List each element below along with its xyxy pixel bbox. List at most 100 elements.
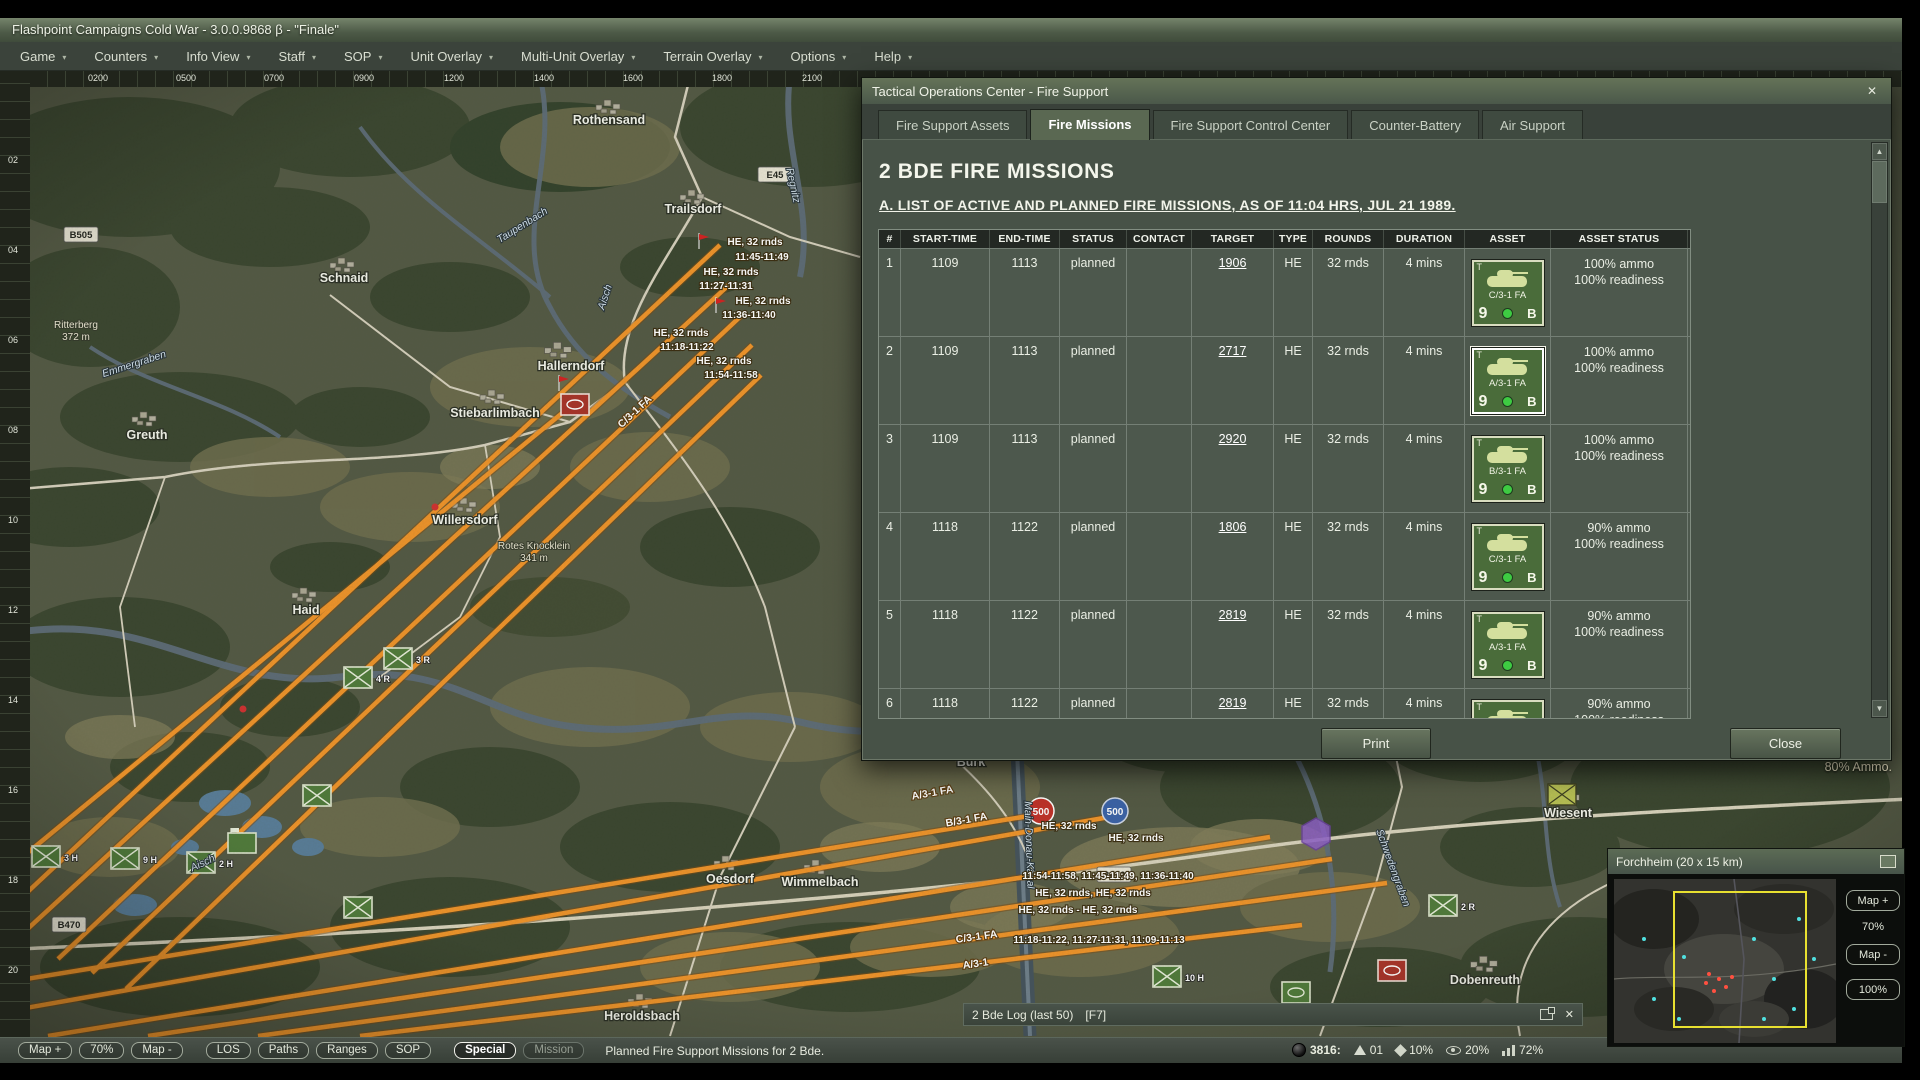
menu-options[interactable]: Options▾ xyxy=(776,42,860,70)
asset-cell[interactable]: T A/3-1 FA 9B xyxy=(1465,337,1551,424)
los-toggle[interactable]: LOS xyxy=(206,1042,251,1059)
ruler-label: 04 xyxy=(0,245,26,255)
menu-counters[interactable]: Counters▾ xyxy=(80,42,172,70)
print-button[interactable]: Print xyxy=(1321,728,1431,759)
readiness-dot xyxy=(1502,572,1513,583)
asset-cell[interactable]: T A/3-1 FA 9B xyxy=(1465,601,1551,688)
menu-info-view[interactable]: Info View▾ xyxy=(172,42,264,70)
status-text: Planned Fire Support Missions for 2 Bde. xyxy=(605,1044,824,1058)
tab-counter-battery[interactable]: Counter-Battery xyxy=(1351,110,1479,139)
asset-status: 90% ammo100% readiness xyxy=(1551,601,1688,688)
asset-counter: T C/3-1 FA 9B xyxy=(1472,524,1544,590)
readiness-dot xyxy=(1502,660,1513,671)
asset-cell[interactable]: T B/3-1 FA 9B xyxy=(1465,425,1551,512)
minimap-zoom-out-button[interactable]: Map - xyxy=(1846,944,1900,965)
scroll-down-icon[interactable]: ▼ xyxy=(1872,700,1887,717)
special-toggle[interactable]: Special xyxy=(454,1042,516,1059)
ruler-label: 1400 xyxy=(534,73,554,83)
precip-icon xyxy=(1394,1044,1407,1057)
menu-unit-overlay[interactable]: Unit Overlay▾ xyxy=(396,42,507,70)
window-title: Flashpoint Campaigns Cold War - 3.0.0.98… xyxy=(12,22,339,37)
map-zoom-out-button[interactable]: Map - xyxy=(131,1042,182,1059)
chevron-down-icon: ▾ xyxy=(62,53,66,62)
minimap-titlebar: Forchheim (20 x 15 km) xyxy=(1608,849,1904,874)
target-link[interactable]: 2819 xyxy=(1219,608,1247,622)
chevron-down-icon: ▾ xyxy=(908,53,912,62)
ruler-label: 1800 xyxy=(712,73,732,83)
minimap-body[interactable]: Map + 70% Map - 100% xyxy=(1608,874,1904,1046)
asset-status: 90% ammo100% readiness xyxy=(1551,689,1688,719)
menu-bar: Game▾ Counters▾ Info View▾ Staff▾ SOP▾ U… xyxy=(0,42,1902,71)
minimap-zoom-full-button[interactable]: 100% xyxy=(1846,979,1900,1000)
asset-status: 100% ammo100% readiness xyxy=(1551,425,1688,512)
map-zoom-in-button[interactable]: Map + xyxy=(18,1042,72,1059)
tab-fire-support-control-center[interactable]: Fire Support Control Center xyxy=(1153,110,1349,139)
visibility-icon xyxy=(1446,1046,1461,1055)
asset-status: 100% ammo100% readiness xyxy=(1551,249,1688,336)
tab-fire-missions[interactable]: Fire Missions xyxy=(1030,109,1149,140)
close-icon[interactable]: ✕ xyxy=(1565,1008,1574,1021)
toc-dialog-title: Tactical Operations Center - Fire Suppor… xyxy=(872,84,1108,99)
minimap-flag-icon[interactable] xyxy=(1880,855,1896,868)
dialog-scrollbar[interactable]: ▲ ▼ xyxy=(1871,142,1888,718)
minimap-title: Forchheim (20 x 15 km) xyxy=(1616,855,1743,869)
asset-cell[interactable]: T C/3-1 FA 9B xyxy=(1465,513,1551,600)
table-row[interactable]: 3 1109 1113 planned 2920 HE 32 rnds 4 mi… xyxy=(879,424,1690,512)
window-titlebar: Flashpoint Campaigns Cold War - 3.0.0.98… xyxy=(0,18,1902,42)
asset-cell[interactable]: T C/3-1 FA 9B xyxy=(1465,249,1551,336)
toc-body: 2 BDE FIRE MISSIONS A. LIST OF ACTIVE AN… xyxy=(862,140,1891,760)
chevron-down-icon: ▾ xyxy=(631,53,635,62)
asset-status: 90% ammo100% readiness xyxy=(1551,513,1688,600)
table-row[interactable]: 5 1118 1122 planned 2819 HE 32 rnds 4 mi… xyxy=(879,600,1690,688)
game-window: Flashpoint Campaigns Cold War - 3.0.0.98… xyxy=(0,0,1920,1080)
tab-air-support[interactable]: Air Support xyxy=(1482,110,1583,139)
target-link[interactable]: 1806 xyxy=(1219,520,1247,534)
chevron-down-icon: ▾ xyxy=(246,53,250,62)
menu-terrain-overlay[interactable]: Terrain Overlay▾ xyxy=(649,42,776,70)
chevron-down-icon: ▾ xyxy=(378,53,382,62)
table-row[interactable]: 4 1118 1122 planned 1806 HE 32 rnds 4 mi… xyxy=(879,512,1690,600)
table-row[interactable]: 2 1109 1113 planned 2717 HE 32 rnds 4 mi… xyxy=(879,336,1690,424)
map-ruler-left: 02 04 06 08 10 12 14 16 18 20 xyxy=(0,71,30,1037)
terrain-icon xyxy=(1354,1045,1366,1055)
popout-icon[interactable] xyxy=(1540,1009,1553,1020)
bde-log-bar[interactable]: 2 Bde Log (last 50) [F7] ✕ xyxy=(963,1003,1583,1026)
readiness-dot xyxy=(1502,308,1513,319)
log-title: 2 Bde Log (last 50) xyxy=(972,1008,1073,1022)
minimap-zoom-in-button[interactable]: Map + xyxy=(1846,890,1900,911)
ruler-label: 08 xyxy=(0,425,26,435)
ruler-label: 18 xyxy=(0,875,26,885)
target-link[interactable]: 2920 xyxy=(1219,432,1247,446)
tab-fire-support-assets[interactable]: Fire Support Assets xyxy=(878,110,1027,139)
menu-game[interactable]: Game▾ xyxy=(6,42,80,70)
target-link[interactable]: 1906 xyxy=(1219,256,1247,270)
ranges-toggle[interactable]: Ranges xyxy=(316,1042,378,1059)
menu-help[interactable]: Help▾ xyxy=(860,42,926,70)
toc-dialog-titlebar[interactable]: Tactical Operations Center - Fire Suppor… xyxy=(862,78,1891,104)
menu-multi-unit-overlay[interactable]: Multi-Unit Overlay▾ xyxy=(507,42,649,70)
close-icon[interactable]: ✕ xyxy=(1863,82,1881,100)
close-button[interactable]: Close xyxy=(1730,728,1841,759)
page-title: 2 BDE FIRE MISSIONS xyxy=(879,160,1114,184)
asset-counter: T A/3-1 FA 9B xyxy=(1472,612,1544,678)
minimap-panel: Forchheim (20 x 15 km) xyxy=(1607,848,1905,1047)
scrollbar-thumb[interactable] xyxy=(1872,161,1887,203)
table-row[interactable]: 6 1118 1122 planned 2819 HE 32 rnds 4 mi… xyxy=(879,688,1690,719)
menu-staff[interactable]: Staff▾ xyxy=(264,42,330,70)
sop-toggle[interactable]: SOP xyxy=(385,1042,431,1059)
map-zoom-level: 70% xyxy=(79,1042,124,1059)
asset-cell[interactable]: T B/3-1 FA 9B xyxy=(1465,689,1551,719)
chevron-down-icon: ▾ xyxy=(154,53,158,62)
table-row[interactable]: 1 1109 1113 planned 1906 HE 32 rnds 4 mi… xyxy=(879,248,1690,336)
menu-sop[interactable]: SOP▾ xyxy=(330,42,396,70)
toc-tab-bar: Fire Support Assets Fire Missions Fire S… xyxy=(862,104,1891,140)
chevron-down-icon: ▾ xyxy=(312,53,316,62)
ruler-label: 0900 xyxy=(354,73,374,83)
section-title: A. LIST OF ACTIVE AND PLANNED FIRE MISSI… xyxy=(879,197,1456,213)
night-phase-icon xyxy=(1292,1043,1306,1057)
target-link[interactable]: 2717 xyxy=(1219,344,1247,358)
asset-counter: T C/3-1 FA 9B xyxy=(1472,260,1544,326)
scroll-up-icon[interactable]: ▲ xyxy=(1872,143,1887,160)
target-link[interactable]: 2819 xyxy=(1219,696,1247,710)
paths-toggle[interactable]: Paths xyxy=(258,1042,309,1059)
